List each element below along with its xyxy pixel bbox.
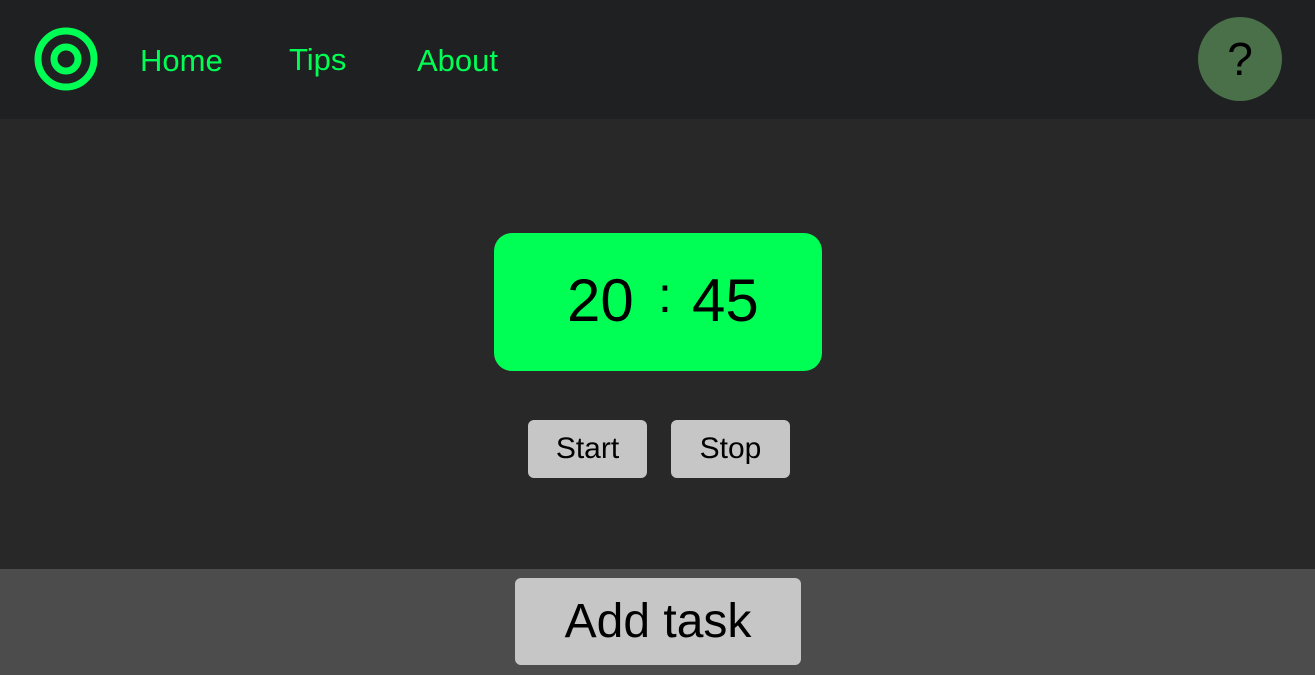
timer-minutes: 20: [567, 267, 634, 334]
timer-display: 20 : 45: [494, 233, 822, 371]
add-task-button[interactable]: Add task: [515, 578, 801, 665]
stop-button[interactable]: Stop: [671, 420, 790, 478]
nav-link-home[interactable]: Home: [140, 42, 223, 80]
nav-link-about[interactable]: About: [417, 42, 498, 80]
timer-separator: :: [658, 267, 672, 323]
help-button[interactable]: ?: [1198, 17, 1282, 101]
target-icon[interactable]: [34, 27, 98, 91]
navbar: Home Tips About ?: [0, 0, 1315, 119]
footer-bar: Add task: [0, 569, 1315, 675]
nav-link-tips[interactable]: Tips: [289, 41, 346, 79]
start-button[interactable]: Start: [528, 420, 647, 478]
timer-seconds: 45: [692, 267, 759, 334]
